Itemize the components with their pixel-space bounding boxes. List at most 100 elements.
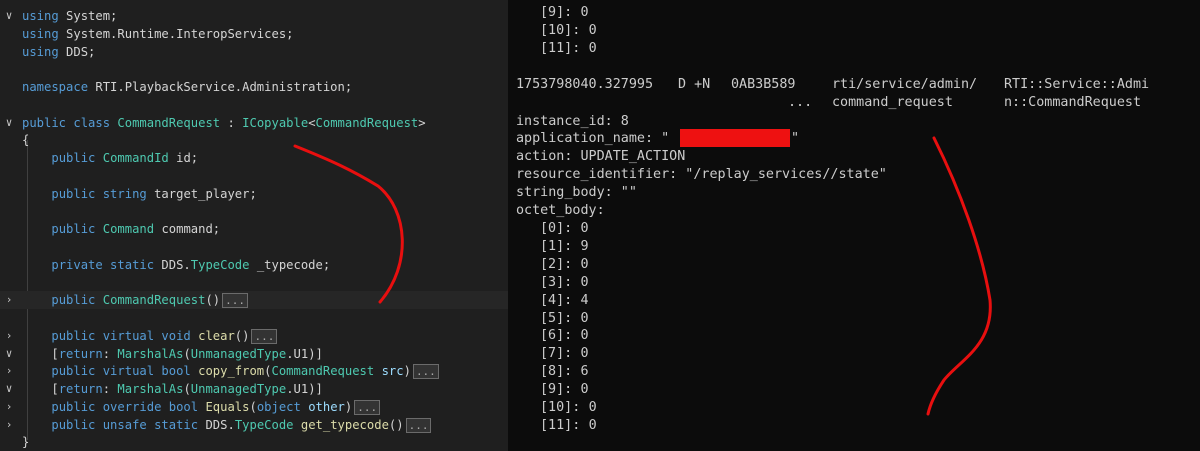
octet-value: 0 [588, 417, 597, 433]
fold-expanded-icon[interactable]: ∨ [2, 114, 16, 132]
code-token: CommandId [102, 151, 169, 166]
code-token: () [388, 417, 404, 432]
code-text: using DDS; [22, 43, 95, 61]
code-token: UnmanagedType [190, 382, 287, 397]
fold-collapsed-icon[interactable]: › [2, 362, 16, 380]
code-token: { [22, 133, 30, 148]
octet-index: [8]: [540, 364, 573, 380]
resource-identifier-field: resource_identifier: "/replay_services//… [516, 167, 887, 182]
code-token: TypeCode [190, 257, 250, 272]
fold-expanded-icon[interactable]: ∨ [2, 7, 16, 25]
code-text: public Command command; [22, 220, 220, 238]
code-token: > [418, 115, 426, 130]
code-token: .U1)] [286, 346, 323, 361]
code-token: public unsafe static [51, 417, 206, 432]
code-token: other [308, 399, 345, 414]
octet-value: 0 [588, 41, 597, 56]
code-text: public CommandRequest()... [22, 291, 249, 309]
code-token: [ [22, 382, 59, 397]
code-token: public class [22, 115, 118, 130]
code-token: _typecode; [249, 257, 331, 272]
code-text: public virtual void clear()... [22, 327, 278, 345]
action-field: action: UPDATE_ACTION [516, 149, 686, 164]
octet-index: [11]: [540, 41, 581, 56]
code-token: target_player; [154, 186, 257, 201]
octet-index: [5]: [540, 310, 573, 326]
fold-collapsed-icon[interactable]: › [2, 416, 16, 434]
code-token: src [381, 364, 404, 379]
code-token: : [102, 346, 118, 361]
code-text: public override bool Equals(object other… [22, 398, 381, 416]
collapsed-region-button[interactable]: ... [405, 417, 432, 433]
fold-collapsed-icon[interactable]: › [2, 327, 16, 345]
code-token: CommandRequest [315, 115, 419, 130]
octet-index: [9]: [540, 5, 573, 20]
code-token: CommandRequest [117, 115, 221, 130]
code-token: Equals [205, 399, 250, 414]
code-token: clear [198, 328, 235, 343]
code-token: DDS; [66, 44, 96, 59]
code-text: [return: MarshalAs(UnmanagedType.U1)] [22, 345, 323, 363]
collapsed-region-button[interactable]: ... [222, 293, 249, 309]
code-token: TypeCode [234, 417, 294, 432]
sample-flags: D +N [678, 77, 711, 92]
code-token: return [58, 346, 103, 361]
octet-value: 0 [580, 256, 589, 272]
code-text: } [22, 433, 29, 451]
collapsed-region-button[interactable]: ... [354, 399, 381, 415]
code-token: : [220, 115, 243, 130]
octet-index: [10]: [540, 400, 581, 415]
code-token: public string [51, 186, 155, 201]
octet-index: [6]: [540, 328, 573, 344]
topic-line-2: command_request [832, 95, 953, 110]
collapsed-region-button[interactable]: ... [251, 328, 278, 344]
fold-expanded-icon[interactable]: ∨ [2, 380, 16, 398]
code-token: public [51, 151, 103, 166]
octet-index: [4]: [540, 292, 573, 308]
code-token: ( [249, 399, 257, 414]
code-line[interactable]: › public CommandRequest()... [0, 291, 508, 310]
code-text: namespace RTI.PlaybackService.Administra… [22, 78, 352, 96]
code-token: ICopyable [242, 115, 309, 130]
octet-index: [0]: [540, 221, 573, 236]
octet-value: 0 [588, 400, 597, 415]
fold-expanded-icon[interactable]: ∨ [2, 345, 16, 363]
collapsed-region-button[interactable]: ... [412, 364, 439, 380]
fold-collapsed-icon[interactable]: › [2, 291, 16, 309]
application-name-close-quote: " [791, 131, 800, 146]
octet-value: 6 [580, 364, 589, 380]
instance-id-field: instance_id: 8 [516, 114, 629, 129]
code-token: : [102, 382, 118, 397]
octet-index: [11]: [540, 417, 581, 433]
code-token: id; [168, 151, 199, 166]
code-token: public [51, 293, 103, 308]
code-token: System; [66, 9, 118, 23]
terminal-pane: [9]: 0 [10]: 0 [11]: 0 1753798040.327995 D +N… [508, 0, 1200, 451]
code-token: } [22, 435, 30, 450]
application-name-label: application_name: " [516, 131, 670, 146]
code-token: .U1)] [286, 382, 323, 397]
code-token: copy_from [198, 364, 265, 379]
code-token: CommandRequest [271, 364, 375, 379]
code-token: return [58, 382, 103, 397]
code-token: object [256, 399, 301, 414]
octet-value: 9 [580, 238, 589, 254]
code-token: < [308, 115, 316, 130]
type-line-1: RTI::Service::Admi [1004, 77, 1150, 92]
code-token: CommandRequest [102, 293, 206, 308]
code-token: private static [51, 257, 162, 272]
code-token: ( [183, 346, 191, 361]
octet-value: 0 [588, 23, 597, 38]
code-text: private static DDS.TypeCode _typecode; [22, 256, 330, 274]
octet-value: 0 [580, 5, 589, 20]
octet-value: 0 [580, 382, 589, 398]
code-text: using System.Runtime.InteropServices; [22, 25, 294, 43]
fold-collapsed-icon[interactable]: › [2, 398, 16, 416]
code-token: DDS. [161, 257, 191, 272]
